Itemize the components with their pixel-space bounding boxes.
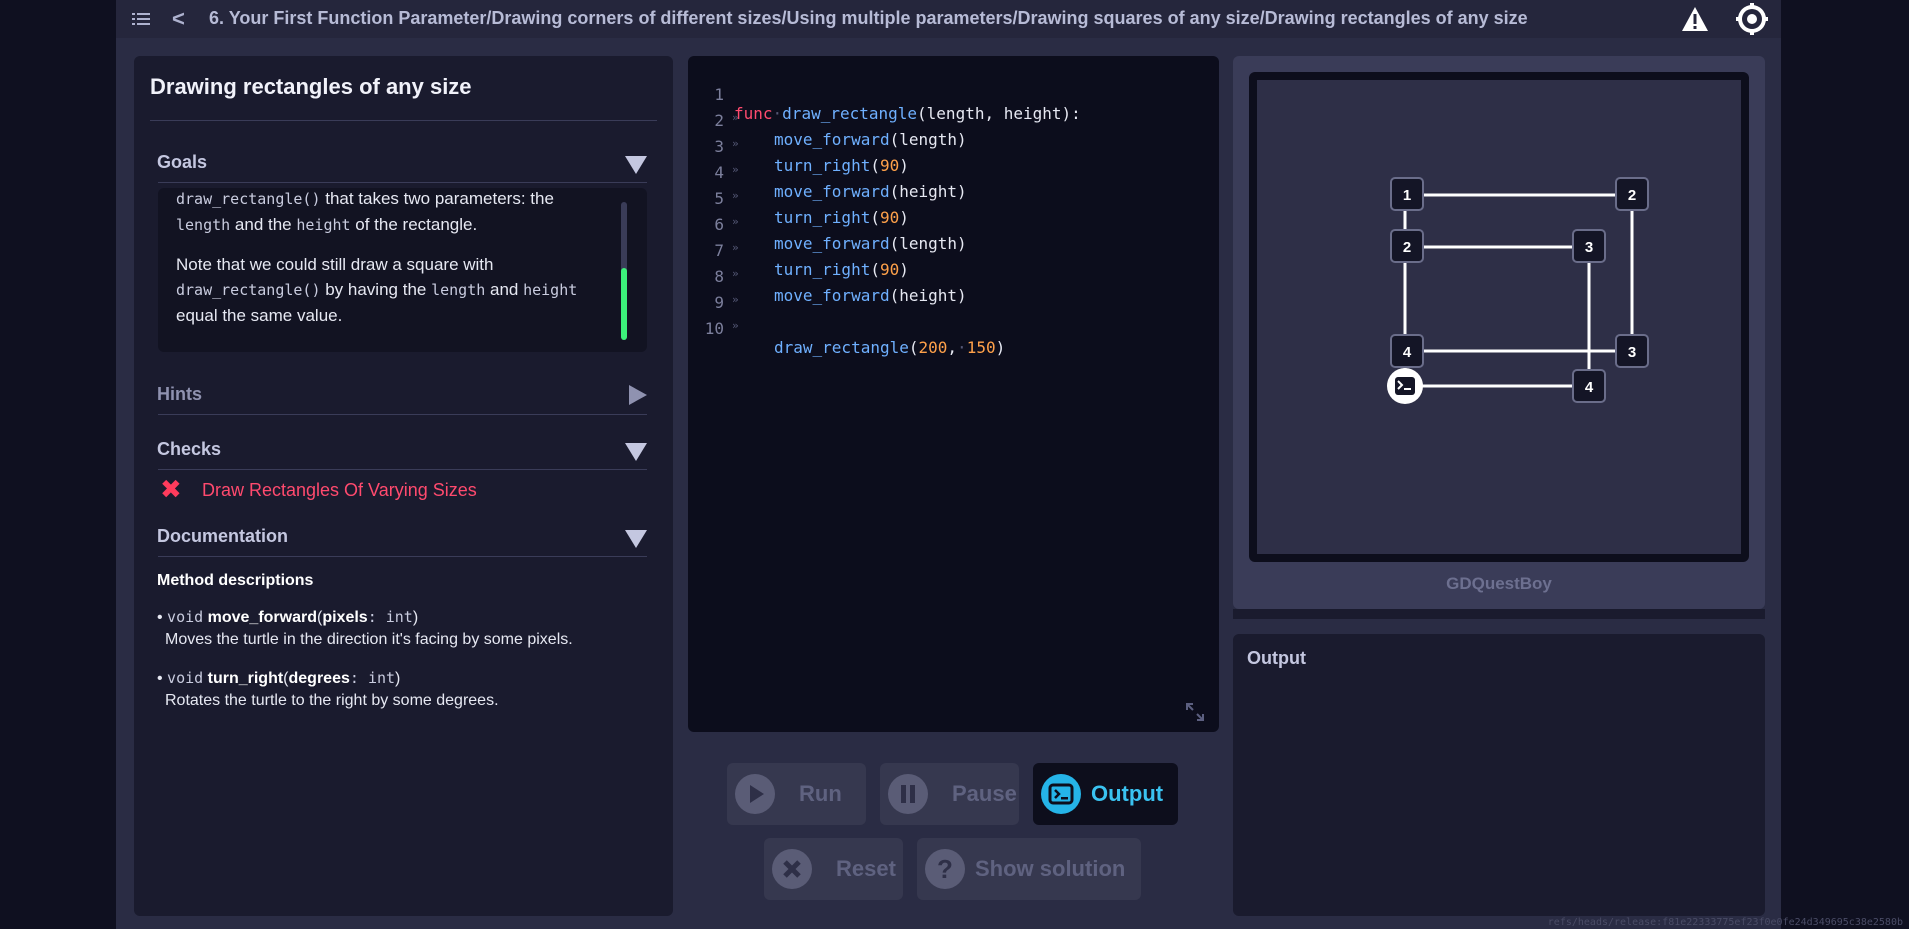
code-line[interactable]: 1 func·draw_rectangle(length, height): [688,66,1219,123]
turtle-drawing: 1 2 2 3 3 4 4 [1387,177,1649,404]
collapse-arrow-icon[interactable] [625,443,647,461]
code-line[interactable]: 9» [688,274,1219,312]
turtle-canvas: 1 2 2 3 3 4 4 [1257,80,1741,554]
divider [158,414,647,415]
svg-text:3: 3 [1628,344,1636,361]
collapse-arrow-icon[interactable] [625,156,647,174]
check-item-label: Draw Rectangles Of Varying Sizes [202,480,477,500]
pause-button[interactable]: Pause [880,763,1019,825]
svg-text:3: 3 [1585,239,1593,256]
checks-section-header[interactable]: Checks [157,431,647,467]
svg-text:1: 1 [1403,187,1411,204]
code-editor[interactable]: 1 func·draw_rectangle(length, height): 2… [688,56,1219,732]
corner-marker: 3 [1572,229,1606,263]
method-entry: • void move_forward(pixels: int) Moves t… [157,608,573,649]
documentation-label: Documentation [157,526,289,546]
show-solution-button[interactable]: ? Show solution [917,838,1141,900]
build-ref: refs/heads/release:f81e22333775ef23f0e0f… [1547,917,1903,928]
method-entry: • void turn_right(degrees: int) Rotates … [157,669,499,710]
code-line[interactable]: 8» move_forward(height) [688,248,1219,305]
svg-text:2: 2 [1403,239,1411,256]
breadcrumb: 6. Your First Function Parameter/Drawing… [209,8,1528,28]
code-line[interactable]: 2» move_forward(length) [688,92,1219,149]
hints-section-header[interactable]: Hints [157,376,647,412]
reset-x-icon [772,849,812,889]
collapse-arrow-icon[interactable] [625,530,647,548]
hints-label: Hints [157,384,202,404]
method-description: Moves the turtle in the direction it's f… [165,631,573,648]
panel-divider [1233,609,1765,619]
method-descriptions-heading: Method descriptions [157,572,314,589]
documentation-section-header[interactable]: Documentation [157,518,647,554]
divider [158,556,647,557]
svg-text:2: 2 [1628,187,1636,204]
back-icon[interactable]: < [172,6,185,32]
code-line[interactable]: 4» move_forward(height) [688,144,1219,201]
corner-markers: 1 2 2 3 3 4 4 [1390,177,1649,403]
canvas-frame: 1 2 2 3 3 4 4 [1249,72,1749,562]
divider [158,469,647,470]
settings-gear-icon[interactable] [1736,3,1768,35]
svg-text:4: 4 [1403,344,1412,361]
divider [150,120,657,121]
lesson-panel: Drawing rectangles of any size Goals dra… [134,56,673,916]
expand-arrow-icon[interactable] [629,385,647,405]
corner-marker: 2 [1390,229,1424,263]
code-line[interactable]: 7» turn_right(90) [688,222,1219,279]
game-view-panel: 1 2 2 3 3 4 4 GDQuestBoy [1233,56,1765,609]
svg-text:?: ? [937,854,953,884]
svg-text:4: 4 [1585,379,1594,396]
output-title: Output [1247,648,1306,668]
expand-editor-icon[interactable] [1185,702,1205,722]
fail-x-icon: ✖ [160,474,182,504]
top-bar: < 6. Your First Function Parameter/Drawi… [116,0,1781,38]
goals-section-header[interactable]: Goals [157,144,647,180]
goals-label: Goals [157,152,208,172]
run-button[interactable]: Run [727,763,866,825]
terminal-icon [1041,774,1081,814]
code-line[interactable]: 5» turn_right(90) [688,170,1219,227]
method-signature: • void turn_right(degrees: int) [157,669,401,687]
divider [158,182,647,183]
checks-label: Checks [157,439,222,459]
code-line[interactable]: 6» move_forward(length) [688,196,1219,253]
output-panel: Output [1233,634,1765,916]
goals-text-box[interactable]: draw_rectangle() that takes two paramete… [158,188,647,352]
output-button[interactable]: Output [1033,763,1178,825]
lesson-title: Drawing rectangles of any size [150,74,472,99]
bot-name-label: GDQuestBoy [1446,574,1552,593]
corner-marker: 1 [1390,177,1424,211]
method-description: Rotates the turtle to the right by some … [165,692,499,709]
menu-icon[interactable] [132,10,150,28]
warning-icon[interactable] [1681,5,1709,33]
reset-button[interactable]: Reset [764,838,903,900]
method-signature: • void move_forward(pixels: int) [157,608,419,626]
goals-text: draw_rectangle() that takes two paramete… [176,189,578,325]
scrollbar-thumb[interactable] [621,268,627,340]
code-line[interactable]: 3» turn_right(90) [688,118,1219,175]
play-icon [735,774,775,814]
corner-marker: 4 [1390,334,1424,368]
corner-marker: 3 [1615,334,1649,368]
corner-marker: 2 [1615,177,1649,211]
question-icon: ? [925,849,965,889]
turtle-icon [1387,368,1423,404]
code-line[interactable]: 10» draw_rectangle(200,·150) [688,300,1219,357]
pause-icon [888,774,928,814]
corner-marker: 4 [1572,369,1606,403]
